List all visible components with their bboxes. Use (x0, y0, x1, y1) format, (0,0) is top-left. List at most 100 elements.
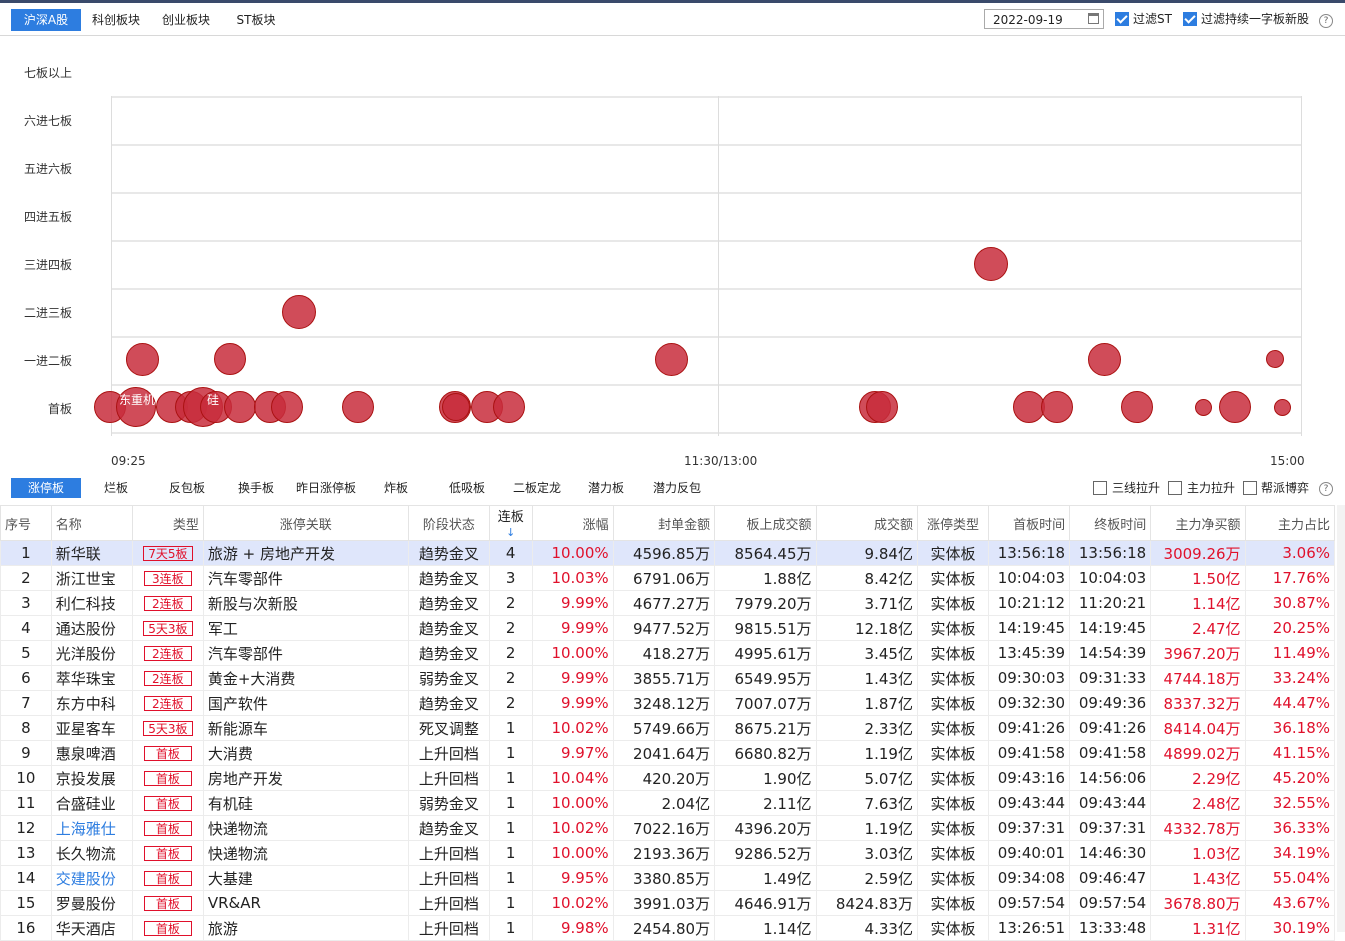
stock-bubble[interactable] (214, 343, 246, 375)
cell-limit-type: 实体板 (916, 540, 989, 566)
stock-bubble[interactable] (1088, 343, 1121, 376)
tab-turnover[interactable]: 换手板 (232, 478, 280, 498)
tab-limit-up[interactable]: 涨停板 (11, 478, 81, 498)
cell-board-turnover: 8564.45万 (714, 540, 817, 566)
cell-limit-type: 实体板 (916, 790, 989, 816)
tab-second-board[interactable]: 二板定龙 (508, 478, 566, 498)
cell-change: 10.02% (531, 815, 614, 841)
stock-bubble[interactable] (974, 247, 1008, 281)
tab-reverse-wrap[interactable]: 反包板 (162, 478, 212, 498)
stock-bubble[interactable] (655, 343, 688, 376)
table-row[interactable]: 15 罗曼股份 首板 VR&AR 上升回档 1 10.02% 3991.03万 4646.91万… (0, 890, 1336, 916)
stock-bubble[interactable] (866, 391, 898, 423)
stock-bubble[interactable] (1121, 391, 1153, 423)
toggle-gang-game-checkbox[interactable] (1243, 481, 1257, 495)
col-header-turnover[interactable]: 成交额 (815, 505, 918, 541)
stock-bubble[interactable] (224, 391, 256, 423)
cell-limit-type: 实体板 (916, 865, 989, 891)
col-header-seal-amount[interactable]: 封单金额 (612, 505, 716, 541)
table-row[interactable]: 3 利仁科技 2连板 新股与次新股 趋势金叉 2 9.99% 4677.27万 7979.20万… (0, 590, 1336, 616)
col-header-related[interactable]: 涨停关联 (202, 505, 409, 541)
col-header-streak[interactable]: 连板↓ (488, 505, 533, 541)
tab-chuangye[interactable]: 创业板块 (154, 9, 218, 31)
cell-board-turnover: 1.88亿 (714, 565, 817, 591)
cell-related: 黄金+大消费 (202, 665, 409, 691)
stock-bubble[interactable] (493, 391, 525, 423)
stock-bubble[interactable] (1195, 399, 1212, 416)
cell-seal-amount: 3380.85万 (612, 865, 716, 891)
cell-seal-amount: 9477.52万 (612, 615, 716, 641)
limit-up-bubble-chart: 七板以上 六进七板 五进六板 四进五板 三进四板 二进三板 一进二板 首板 东重… (0, 36, 1345, 470)
table-row[interactable]: 8 亚星客车 5天3板 新能源车 死叉调整 1 10.02% 5749.66万 8675.21万… (0, 715, 1336, 741)
table-row[interactable]: 9 惠泉啤酒 首板 大消费 上升回档 1 9.97% 2041.64万 6680.82万 1.19… (0, 740, 1336, 766)
stock-bubble[interactable] (342, 391, 374, 423)
table-row[interactable]: 13 长久物流 首板 快递物流 上升回档 1 10.00% 2193.36万 9286.52万 3… (0, 840, 1336, 866)
tab-potential-reverse[interactable]: 潜力反包 (648, 478, 706, 498)
table-row[interactable]: 2 浙江世宝 3连板 汽车零部件 趋势金叉 3 10.03% 6791.06万 1.88亿 8.4… (0, 565, 1336, 591)
tab-potential-board[interactable]: 潜力板 (582, 478, 630, 498)
table-row[interactable]: 12 上海雅仕 首板 快递物流 趋势金叉 1 10.02% 7022.16万 4396.20万 1… (0, 815, 1336, 841)
col-header-main-ratio[interactable]: 主力占比 (1244, 505, 1336, 541)
table-row[interactable]: 5 光洋股份 2连板 汽车零部件 趋势金叉 2 10.00% 418.27万 4995.61万 3… (0, 640, 1336, 666)
cell-related: VR&AR (202, 890, 409, 916)
table-row[interactable]: 10 京投发展 首板 房地产开发 上升回档 1 10.04% 420.20万 1.90亿 5.07… (0, 765, 1336, 791)
tab-blown-board[interactable]: 炸板 (378, 478, 414, 498)
stock-bubble[interactable] (1041, 391, 1073, 423)
col-header-main-net-buy[interactable]: 主力净买额 (1150, 505, 1246, 541)
col-header-name[interactable]: 名称 (50, 505, 133, 541)
tab-yesterday-limit-up[interactable]: 昨日涨停板 (292, 478, 360, 498)
toggle-three-line-checkbox[interactable] (1093, 481, 1107, 495)
tab-kechuang[interactable]: 科创板块 (84, 9, 148, 31)
help-icon[interactable]: ? (1319, 482, 1333, 496)
cell-main-net-buy: 2.48亿 (1150, 790, 1246, 816)
table-row[interactable]: 11 合盛硅业 首板 有机硅 弱势金叉 1 10.00% 2.04亿 2.11亿 7.63亿 实体板… (0, 790, 1336, 816)
stock-bubble[interactable] (1274, 399, 1291, 416)
table-row[interactable]: 4 通达股份 5天3板 军工 趋势金叉 2 9.99% 9477.52万 9815.51万 12.… (0, 615, 1336, 641)
stock-bubble[interactable] (282, 295, 316, 329)
toggle-gang-game-label[interactable]: 帮派博弈 (1261, 479, 1309, 497)
col-header-board-turnover[interactable]: 板上成交额 (714, 505, 817, 541)
calendar-icon[interactable] (1088, 13, 1099, 24)
col-header-index[interactable]: 序号 (0, 505, 52, 541)
cell-streak: 2 (488, 615, 533, 641)
table-scrollbar[interactable] (1337, 505, 1345, 932)
col-header-limit-type[interactable]: 涨停类型 (916, 505, 989, 541)
cell-board-turnover: 9286.52万 (714, 840, 817, 866)
filter-new-stock-label[interactable]: 过滤持续一字板新股 (1201, 10, 1309, 28)
toggle-main-force-label[interactable]: 主力拉升 (1187, 479, 1235, 497)
grid-line (111, 192, 1302, 194)
tab-hushen-a[interactable]: 沪深A股 (11, 9, 81, 31)
col-header-change[interactable]: 涨幅 (531, 505, 614, 541)
stock-bubble[interactable] (442, 393, 470, 421)
tab-broken-board[interactable]: 烂板 (94, 478, 138, 498)
toggle-main-force-checkbox[interactable] (1168, 481, 1182, 495)
col-header-stage[interactable]: 阶段状态 (407, 505, 490, 541)
cell-turnover: 3.71亿 (815, 590, 918, 616)
cell-stage: 趋势金叉 (407, 540, 490, 566)
cell-turnover: 9.84亿 (815, 540, 918, 566)
table-row[interactable]: 6 萃华珠宝 2连板 黄金+大消费 弱势金叉 2 9.99% 3855.71万 6549.95万… (0, 665, 1336, 691)
col-header-type[interactable]: 类型 (131, 505, 204, 541)
col-header-first-time[interactable]: 首板时间 (987, 505, 1071, 541)
table-row[interactable]: 14 交建股份 首板 大基建 上升回档 1 9.95% 3380.85万 1.49亿 2.59亿实… (0, 865, 1336, 891)
stock-bubble[interactable] (1266, 350, 1284, 368)
filter-new-stock-checkbox[interactable] (1183, 12, 1197, 26)
stock-bubble[interactable] (1219, 391, 1251, 423)
table-row[interactable]: 7 东方中科 2连板 国产软件 趋势金叉 2 9.99% 3248.12万 7007.07万 1.… (0, 690, 1336, 716)
col-header-final-time[interactable]: 终板时间 (1069, 505, 1152, 541)
board-type-tag: 首板 (143, 746, 192, 761)
cell-seal-amount: 418.27万 (612, 640, 716, 666)
cell-name: 光洋股份 (50, 640, 133, 666)
help-icon[interactable]: ? (1319, 14, 1333, 28)
tab-st[interactable]: ST板块 (226, 9, 286, 31)
stock-bubble[interactable] (126, 343, 159, 376)
table-row[interactable]: 16 华天酒店 首板 旅游 上升回档 1 9.98% 2454.80万 1.14亿 4.33亿 实体… (0, 915, 1336, 941)
tab-low-buy[interactable]: 低吸板 (442, 478, 492, 498)
table-row[interactable]: 1 新华联 7天5板 旅游 + 房地产开发 趋势金叉 4 10.00% 4596.85万 856… (0, 540, 1336, 566)
filter-st-checkbox[interactable] (1115, 12, 1129, 26)
cell-limit-type: 实体板 (916, 890, 989, 916)
date-picker[interactable]: 2022-09-19 (984, 9, 1104, 29)
stock-bubble[interactable] (271, 391, 303, 423)
toggle-three-line-label[interactable]: 三线拉升 (1112, 479, 1160, 497)
filter-st-label[interactable]: 过滤ST (1133, 10, 1172, 28)
